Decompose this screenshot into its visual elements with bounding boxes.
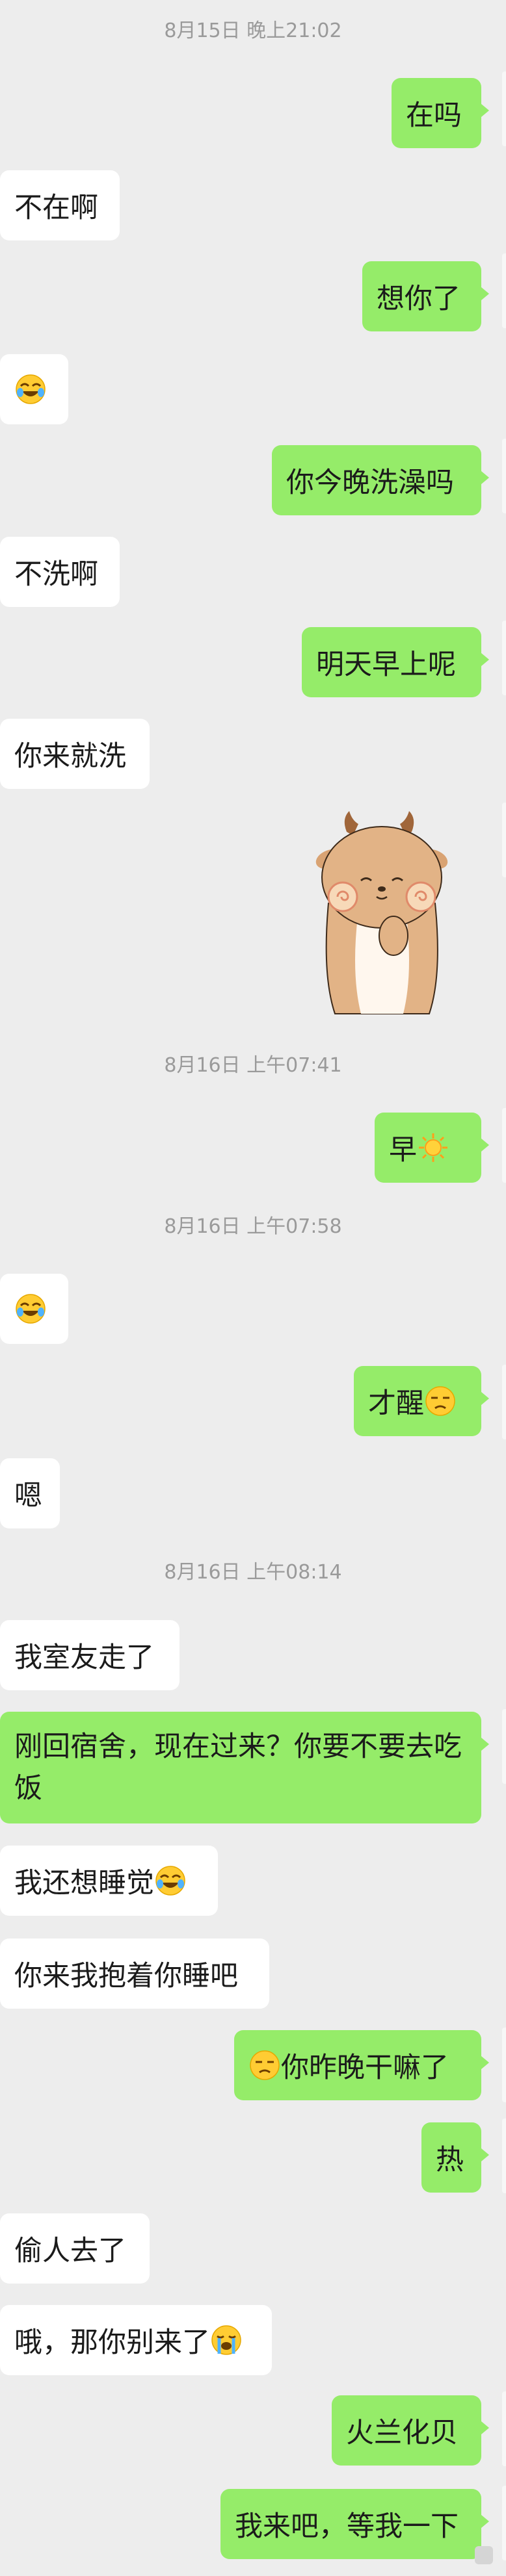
message-bubble-outgoing[interactable]: 热 [421,2122,489,2193]
sun-emoji [419,1133,447,1162]
message-text: 不洗啊 [14,558,98,591]
message-text: 你昨晚干嘛了 [281,2052,449,2084]
message-text: 不在啊 [14,192,98,224]
message-text: 在吗 [406,99,462,132]
message-bubble-incoming[interactable] [0,1274,68,1344]
self-avatar-edge [502,1365,506,1439]
message-bubble-incoming[interactable]: 偷人去了 [0,2213,150,2284]
self-avatar-edge [502,803,506,877]
rolling-on-floor-laughing-emoji [16,1294,46,1324]
message-bubble-outgoing[interactable]: 我来吧，等我一下 [220,2489,489,2559]
watermark [475,2546,493,2564]
message-bubble-outgoing[interactable]: 明天早上呢 [302,627,489,697]
self-avatar-edge [502,2119,506,2193]
message-text: 偷人去了 [14,2235,126,2267]
chat-history: 8月15日 晚上21:02 在吗 不在啊 想你了 你今晚洗澡吗 不洗啊 明天早上… [0,0,506,2576]
message-text: 早 [389,1134,417,1166]
message-text: 哦，那你别来了 [14,2326,210,2359]
message-bubble-incoming[interactable]: 你来我抱着你睡吧 [0,1938,269,2009]
message-text: 你今晚洗澡吗 [286,467,454,499]
message-text: 想你了 [377,283,460,315]
message-text: 刚回宿舍，现在过来？你要不要去吃饭 [14,1731,462,1805]
timestamp: 8月15日 晚上21:02 [164,19,342,42]
timestamp: 8月16日 上午08:14 [164,1561,342,1584]
message-text: 明天早上呢 [316,649,456,681]
message-bubble-outgoing[interactable]: 才醒 [354,1366,489,1436]
message-bubble-outgoing[interactable]: 想你了 [362,261,489,331]
message-bubble-outgoing[interactable]: 火兰化贝 [332,2395,489,2466]
message-text: 火兰化贝 [346,2417,458,2449]
unamused-face-emoji [425,1386,455,1416]
message-bubble-incoming[interactable]: 我室友走了 [0,1620,180,1690]
self-avatar-edge [502,1709,506,1784]
self-avatar-edge [502,2028,506,2102]
message-bubble-incoming[interactable]: 我还想睡觉 [0,1846,218,1916]
message-bubble-outgoing[interactable]: 早 [375,1113,489,1183]
message-text: 我还想睡觉 [14,1867,154,1900]
self-avatar-edge [502,71,506,146]
message-text: 我室友走了 [14,1642,154,1674]
self-avatar-edge [502,621,506,695]
self-avatar-edge [502,1108,506,1183]
self-avatar-edge [502,253,506,328]
self-avatar-edge [502,2391,506,2466]
message-text: 我来吧，等我一下 [235,2510,459,2543]
loudly-crying-emoji [211,2325,241,2355]
message-bubble-incoming[interactable] [0,354,68,424]
message-bubble-outgoing[interactable]: 你昨晚干嘛了 [234,2030,489,2100]
self-avatar-edge [502,439,506,513]
watermark-logo-icon [475,2546,493,2564]
rolling-on-floor-laughing-emoji [155,1866,185,1896]
message-text: 你来就洗 [14,740,126,773]
message-text: 嗯 [14,1480,42,1512]
message-bubble-incoming[interactable]: 不洗啊 [0,537,120,607]
self-avatar-edge [502,2486,506,2560]
message-bubble-outgoing[interactable]: 刚回宿舍，现在过来？你要不要去吃饭 [0,1712,489,1823]
message-bubble-incoming[interactable]: 不在啊 [0,170,120,240]
message-bubble-outgoing[interactable]: 在吗 [392,78,489,148]
message-bubble-outgoing[interactable]: 你今晚洗澡吗 [272,445,489,515]
message-bubble-incoming[interactable]: 哦，那你别来了 [0,2305,272,2375]
message-text: 你来我抱着你睡吧 [14,1960,238,1992]
message-text: 才醒 [368,1387,424,1420]
message-text: 热 [436,2144,464,2176]
message-bubble-incoming[interactable]: 你来就洗 [0,719,150,789]
timestamp: 8月16日 上午07:41 [164,1054,342,1077]
timestamp: 8月16日 上午07:58 [164,1215,342,1238]
message-bubble-incoming[interactable]: 嗯 [0,1458,60,1528]
deer-sticker[interactable] [296,806,468,1020]
unamused-face-emoji [250,2050,280,2080]
rolling-on-floor-laughing-emoji [16,374,46,404]
